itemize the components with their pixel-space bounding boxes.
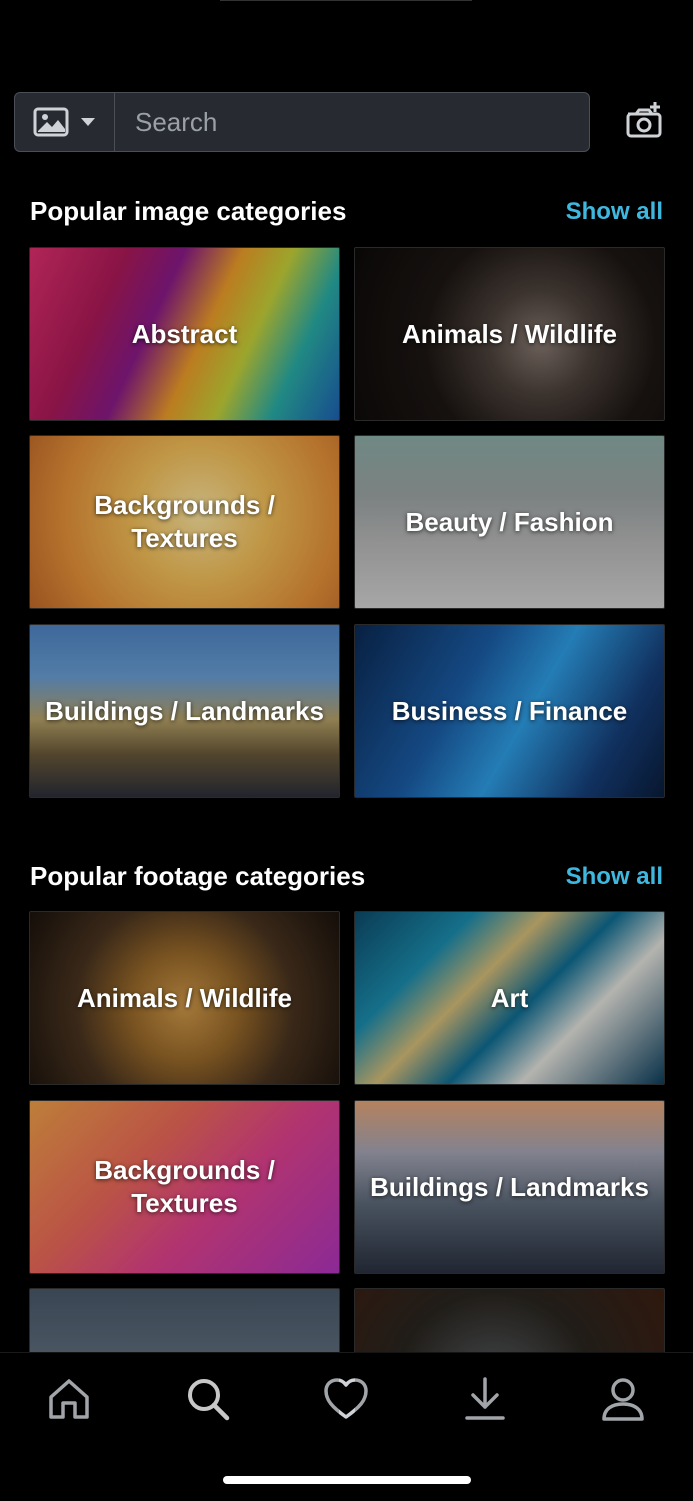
tile-label: Art [490,982,529,1013]
category-tile-beauty-fashion[interactable]: Beauty / Fashion [354,435,665,609]
tile-label: Backgrounds / Textures [94,490,275,553]
image-categories-show-all[interactable]: Show all [566,198,663,226]
camera-plus-icon[interactable] [624,100,664,140]
category-tile-buildings-landmarks[interactable]: Buildings / Landmarks [29,624,340,798]
status-bar-line [220,0,472,1]
footage-tile-partial[interactable] [354,1288,665,1462]
tile-label: Abstract [131,318,238,349]
tile-label: Animals / Wildlife [76,982,293,1013]
chevron-down-icon [81,118,95,126]
image-icon [33,107,69,137]
category-tile-animals-wildlife[interactable]: Animals / Wildlife [354,247,665,421]
tile-label: Animals / Wildlife [401,318,618,349]
tile-label: Business / Finance [391,695,628,726]
search-bar [14,92,590,152]
footage-tile-buildings-landmarks[interactable]: Buildings / Landmarks [354,1100,665,1274]
tile-label: Buildings / Landmarks [370,1171,649,1202]
image-categories-title: Popular image categories [30,196,347,226]
tile-label: Buildings / Landmarks [45,695,324,726]
home-indicator[interactable] [223,1476,471,1484]
footage-tile-animals-wildlife[interactable]: Animals / Wildlife [29,911,340,1085]
category-tile-business-finance[interactable]: Business / Finance [354,624,665,798]
category-tile-abstract[interactable]: Abstract [29,247,340,421]
footage-tile-partial[interactable] [29,1288,340,1462]
tile-label: Beauty / Fashion [405,506,614,537]
footage-tile-art[interactable]: Art [354,911,665,1085]
footage-tile-backgrounds-textures[interactable]: Backgrounds / Textures [29,1100,340,1274]
footage-categories-show-all[interactable]: Show all [566,863,663,891]
footage-categories-title: Popular footage categories [30,861,366,891]
tile-label: Backgrounds / Textures [94,1155,275,1218]
category-tile-backgrounds-textures[interactable]: Backgrounds / Textures [29,435,340,609]
search-type-dropdown[interactable] [15,93,115,151]
search-input[interactable] [115,92,589,152]
